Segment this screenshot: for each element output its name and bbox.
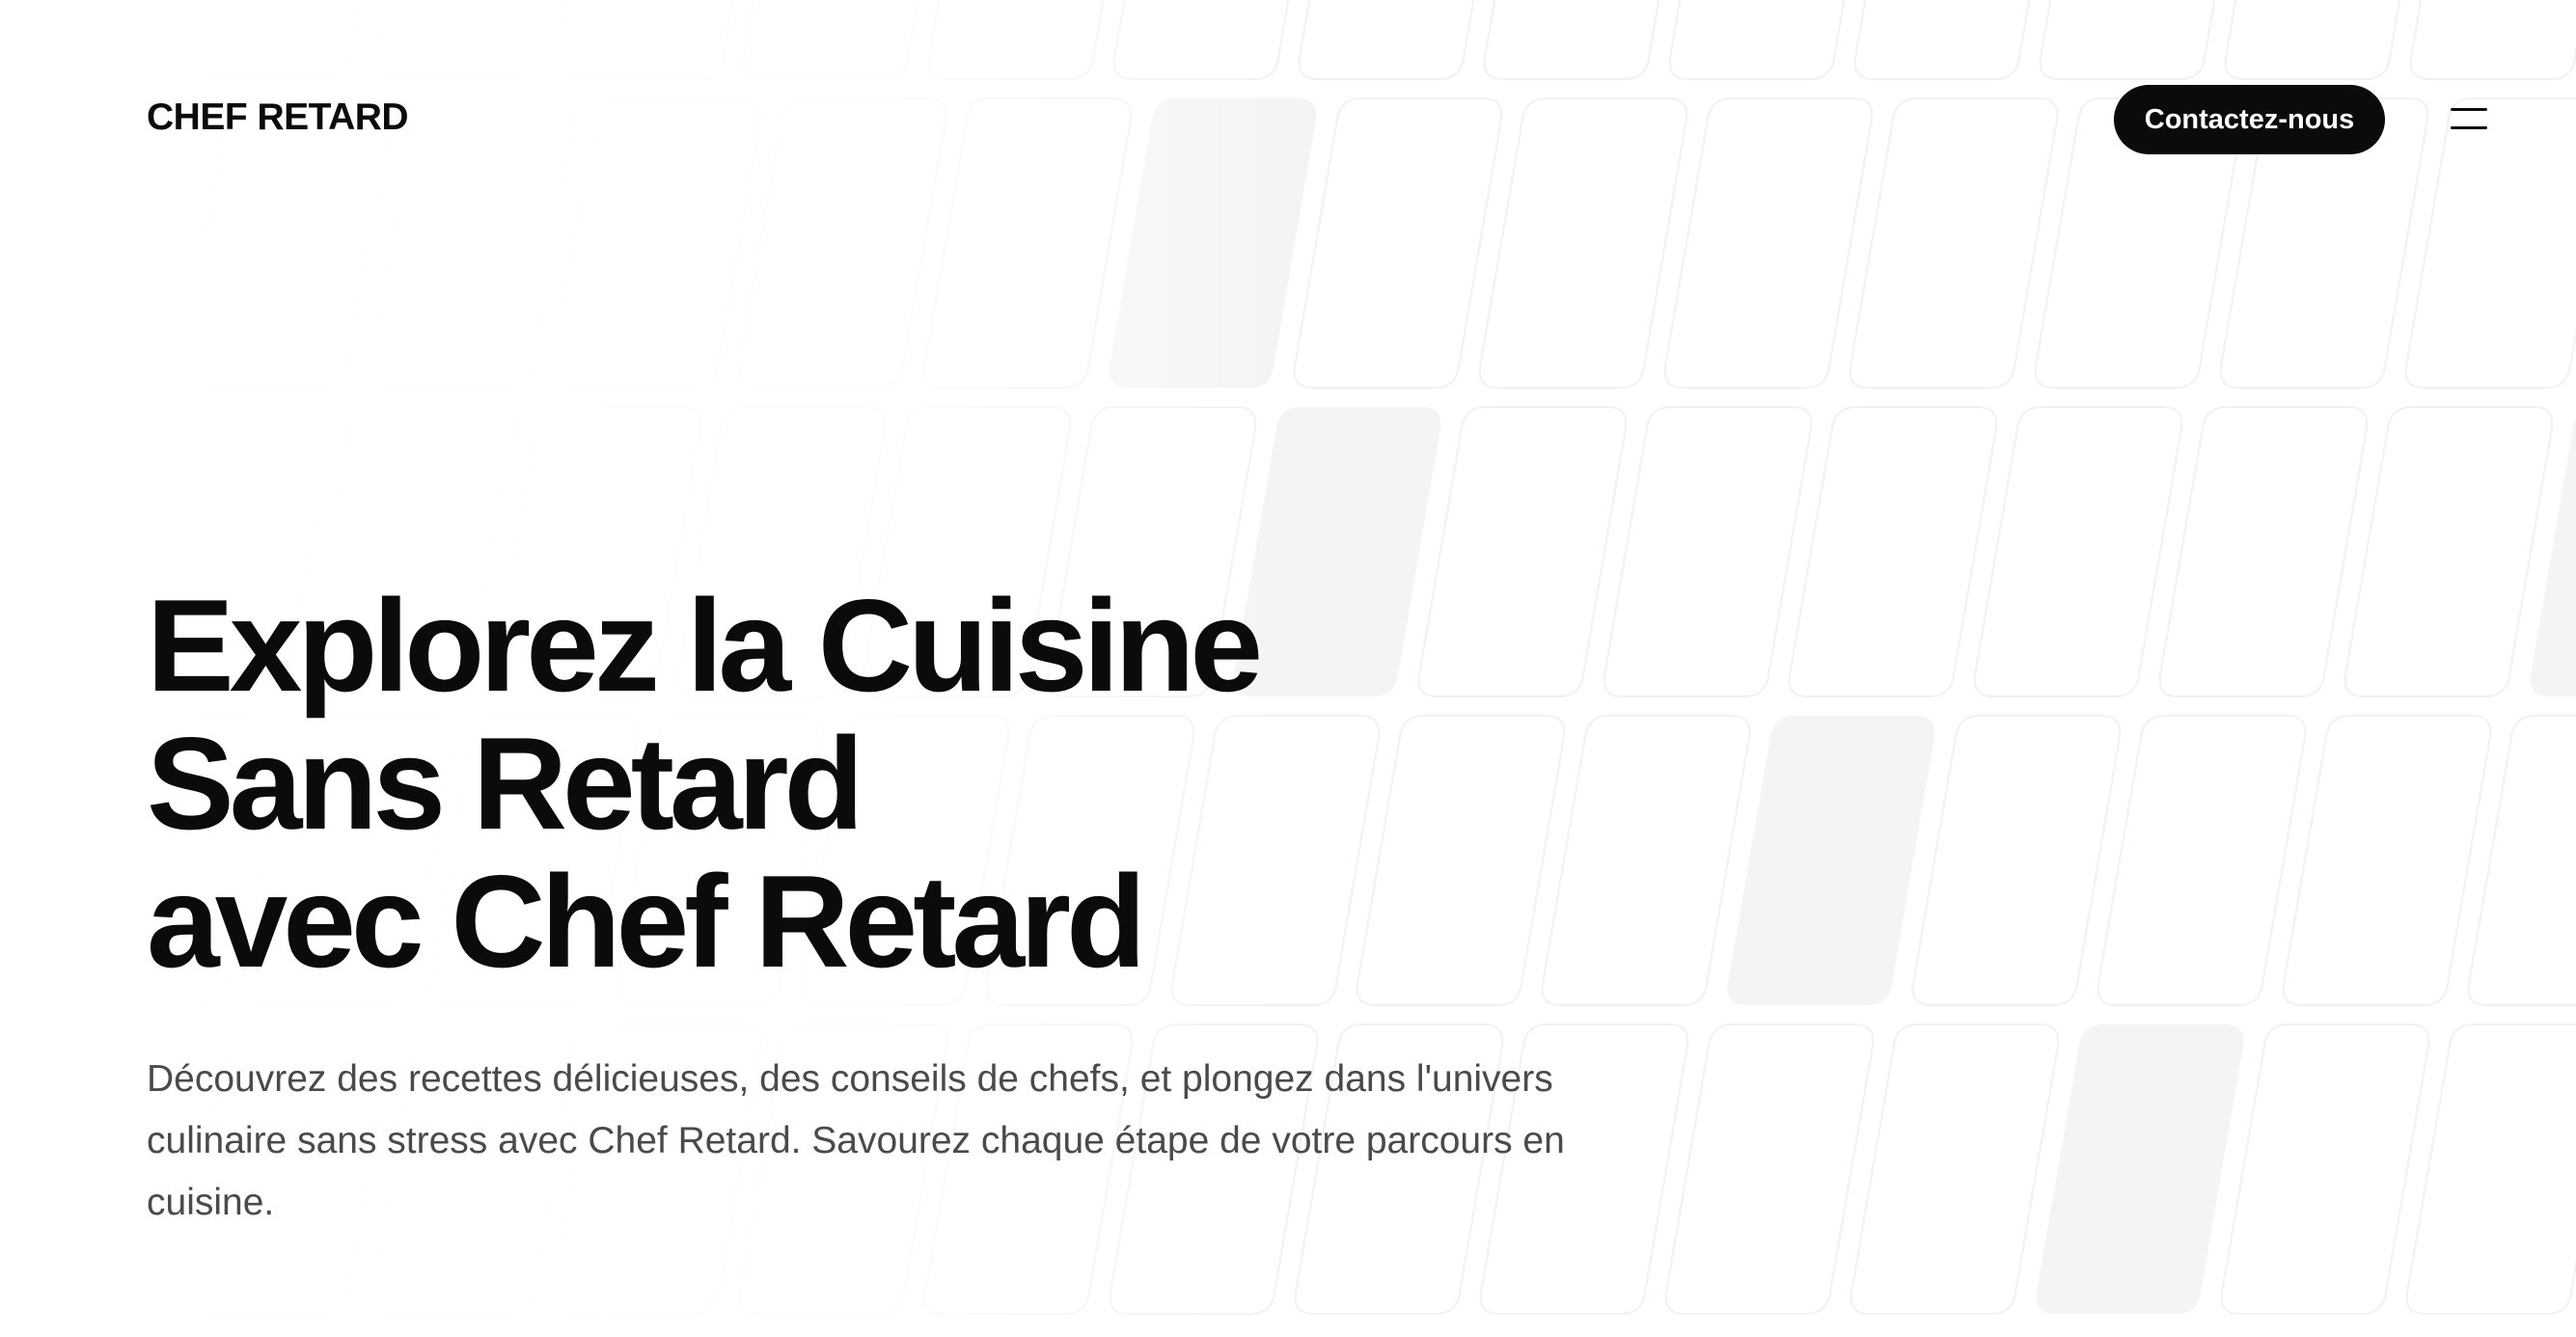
logo[interactable]: CHEF RETARD: [147, 96, 409, 139]
site-header: CHEF RETARD Contactez-nous: [0, 0, 2576, 241]
hero-description: Découvrez des recettes délicieuses, des …: [147, 1058, 1565, 1223]
hero-title-line-3: avec Chef Retard: [147, 848, 1146, 995]
hero-title-line-1: Explorez la Cuisine: [147, 572, 1263, 719]
contact-button[interactable]: Contactez-nous: [2114, 85, 2385, 154]
hero-title: Explorez la Cuisine Sans Retard avec Che…: [147, 572, 1263, 995]
hero-title-line-2: Sans Retard: [147, 710, 864, 857]
hero-section: Explorez la Cuisine Sans Retard avec Che…: [147, 572, 1263, 995]
hamburger-menu-icon[interactable]: [2447, 100, 2491, 139]
menu-line-bottom: [2451, 126, 2487, 129]
menu-line-top: [2451, 108, 2487, 111]
